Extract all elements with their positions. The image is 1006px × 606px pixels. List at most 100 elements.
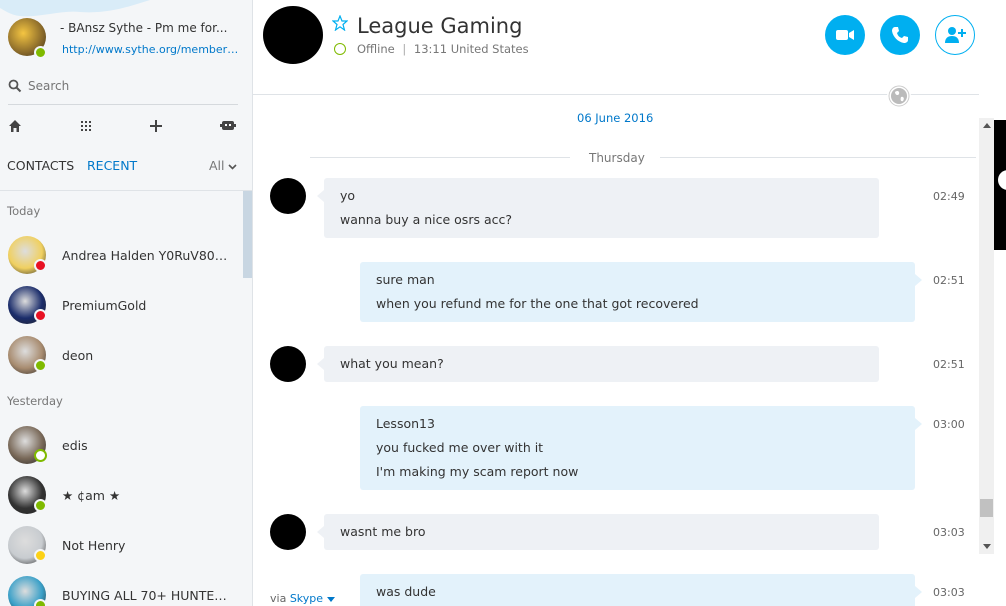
message-text: when you refund me for the one that got …: [376, 296, 699, 311]
video-call-button[interactable]: [825, 15, 865, 55]
tab-contacts[interactable]: CONTACTS: [7, 158, 74, 173]
contact-row[interactable]: edis: [0, 421, 241, 471]
dialpad-icon: [81, 121, 91, 131]
separator: |: [402, 42, 407, 56]
message-sender-avatar[interactable]: [270, 514, 306, 550]
message-text: wasnt me bro: [340, 524, 426, 539]
sidebar: - BAnsz Sythe - Pm me for... http://www.…: [0, 0, 253, 606]
sidebar-scrollbar[interactable]: [243, 191, 252, 278]
via-skype-dropdown[interactable]: Skype: [290, 592, 335, 605]
contact-row[interactable]: PremiumGold: [0, 281, 241, 331]
phone-icon: [892, 27, 908, 43]
search-icon: [8, 79, 22, 93]
message-text: I'm making my scam report now: [376, 464, 579, 479]
message-timestamp: 02:51: [933, 274, 965, 287]
scroll-down-button[interactable]: [979, 539, 994, 554]
scroll-thumb[interactable]: [980, 499, 993, 517]
conversation-avatar[interactable]: [263, 6, 323, 64]
offline-status-icon: [34, 449, 47, 462]
conversation-scrollbar[interactable]: [979, 118, 994, 554]
message-text: yo: [340, 188, 356, 203]
online-status-icon: [34, 359, 47, 372]
day-divider-left: [310, 157, 570, 158]
chevron-down-icon: [326, 597, 335, 602]
message-timestamp: 03:03: [933, 586, 965, 599]
bot-icon: [220, 121, 236, 130]
message-text: Lesson13: [376, 416, 435, 431]
search-bar[interactable]: [0, 72, 253, 100]
background-window-edge: [994, 0, 1006, 606]
incoming-message-bubble[interactable]: wasnt me bro: [317, 514, 879, 550]
plus-icon: [150, 120, 162, 132]
audio-call-button[interactable]: [880, 15, 920, 55]
add-person-icon: [945, 27, 966, 43]
busy-status-icon: [34, 259, 47, 272]
arrow-down-icon: [982, 544, 991, 549]
message-timestamp: 03:00: [933, 418, 965, 431]
background-window-graphic: [994, 120, 1006, 250]
outgoing-message-bubble[interactable]: was dude: [360, 574, 922, 606]
via-skype-label: Skype: [289, 592, 324, 605]
scroll-up-button[interactable]: [979, 118, 994, 133]
conversation-title: League Gaming: [357, 14, 523, 38]
online-status-icon: [34, 46, 47, 59]
bots-button[interactable]: [216, 114, 240, 138]
contact-name: BUYING ALL 70+ HUNTER...: [62, 588, 232, 603]
outgoing-message-bubble[interactable]: sure man when you refund me for the one t…: [360, 262, 922, 322]
message-timestamp: 02:49: [933, 190, 965, 203]
message-timestamp: 03:03: [933, 526, 965, 539]
incoming-message-bubble[interactable]: yo wanna buy a nice osrs acc?: [317, 178, 879, 238]
chevron-down-icon: [228, 164, 238, 170]
contact-name: deon: [62, 348, 94, 363]
recent-contacts-list: Today Yesterday Andrea Halden Y0RuV8066.…: [0, 191, 241, 606]
contact-name: Not Henry: [62, 538, 126, 553]
filter-dropdown[interactable]: All: [209, 158, 238, 173]
contact-name: PremiumGold: [62, 298, 147, 313]
contact-row[interactable]: deon: [0, 331, 241, 381]
message-text: was dude: [376, 584, 436, 599]
tab-recent[interactable]: RECENT: [87, 158, 137, 173]
home-button[interactable]: [3, 114, 27, 138]
online-status-icon: [34, 499, 47, 512]
divider: [8, 104, 238, 105]
dialpad-button[interactable]: [74, 114, 98, 138]
filter-label: All: [209, 158, 225, 173]
message-text: you fucked me over with it: [376, 440, 544, 455]
contact-row[interactable]: BUYING ALL 70+ HUNTER...: [0, 571, 241, 606]
presence-text: Offline: [357, 42, 395, 56]
arrow-up-icon: [982, 123, 991, 128]
outgoing-message-bubble[interactable]: Lesson13 you fucked me over with it I'm ma…: [360, 406, 922, 490]
globe-icon[interactable]: [887, 84, 911, 108]
local-time: 13:11 United States: [413, 42, 529, 56]
new-conversation-button[interactable]: [144, 114, 168, 138]
contact-row[interactable]: ★ ¢am ★: [0, 471, 241, 521]
conversation-pane: League Gaming Offline | 13:11 United Sta…: [253, 0, 979, 606]
favorite-star-icon[interactable]: [332, 15, 348, 31]
profile-mood-link[interactable]: http://www.sythe.org/members/...: [62, 43, 240, 56]
conversation-status: Offline | 13:11 United States: [357, 42, 529, 56]
video-camera-icon: [836, 30, 854, 40]
incoming-message-bubble[interactable]: what you mean?: [317, 346, 879, 382]
day-separator-label: Thursday: [589, 151, 645, 165]
busy-status-icon: [34, 309, 47, 322]
search-input[interactable]: [28, 76, 228, 96]
message-text: what you mean?: [340, 356, 444, 371]
message-text: sure man: [376, 272, 435, 287]
conversation-date: 06 June 2016: [577, 111, 654, 125]
header-divider: [253, 94, 979, 95]
via-text: via: [270, 592, 287, 605]
sidebar-toolbar: [0, 114, 253, 138]
profile-header[interactable]: - BAnsz Sythe - Pm me for... http://www.…: [0, 8, 253, 64]
message-text: wanna buy a nice osrs acc?: [340, 212, 512, 227]
profile-name[interactable]: - BAnsz Sythe - Pm me for...: [60, 21, 240, 35]
contact-row[interactable]: Not Henry: [0, 521, 241, 571]
group-header-yesterday: Yesterday: [7, 394, 63, 408]
message-sender-avatar[interactable]: [270, 346, 306, 382]
message-sender-avatar[interactable]: [270, 178, 306, 214]
home-icon: [9, 120, 21, 132]
contact-name: ★ ¢am ★: [62, 488, 121, 503]
away-status-icon: [34, 549, 47, 562]
add-participant-button[interactable]: [935, 15, 975, 55]
contact-name: Andrea Halden Y0RuV8066...: [62, 248, 232, 263]
contact-row[interactable]: Andrea Halden Y0RuV8066...: [0, 231, 241, 281]
